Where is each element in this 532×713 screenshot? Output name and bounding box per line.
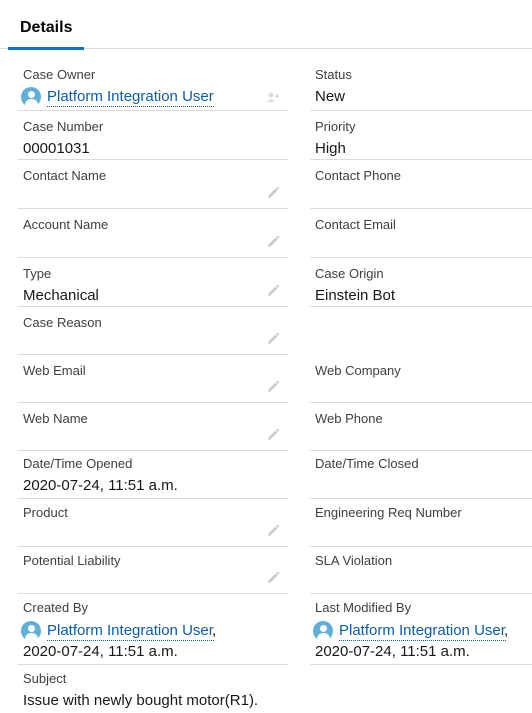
- field-case-owner: Case Owner Platform Integration User: [18, 59, 288, 111]
- tab-bar: Details: [0, 0, 532, 50]
- tab-details[interactable]: Details: [8, 0, 84, 50]
- field-case-reason: Case Reason: [18, 307, 288, 355]
- field-label: Engineering Req Number: [315, 505, 462, 520]
- user-avatar-icon: [21, 621, 41, 641]
- field-label: Type: [23, 266, 52, 281]
- tab-details-label: Details: [20, 19, 73, 36]
- field-label: Contact Name: [23, 168, 107, 183]
- field-label: Web Company: [315, 363, 401, 378]
- field-value: Issue with newly bought motor(R1).: [23, 692, 259, 709]
- field-label: Account Name: [23, 217, 109, 232]
- field-date-closed: Date/Time Closed: [310, 451, 532, 499]
- field-web-phone: Web Phone: [310, 403, 532, 451]
- field-label: Product: [23, 505, 68, 520]
- field-label: Contact Email: [315, 217, 396, 232]
- tab-active-indicator: [8, 47, 84, 50]
- field-sla-violation: SLA Violation: [310, 547, 532, 594]
- field-label: SLA Violation: [315, 553, 393, 568]
- case-owner-link[interactable]: Platform Integration User: [47, 87, 214, 107]
- field-engineering-req-number: Engineering Req Number: [310, 499, 532, 547]
- field-label: Created By: [23, 600, 89, 615]
- field-contact-email: Contact Email: [310, 209, 532, 258]
- field-status: Status New: [310, 59, 532, 111]
- pencil-edit-icon[interactable]: [266, 428, 280, 442]
- field-date-opened: Date/Time Opened 2020-07-24, 11:51 a.m.: [18, 451, 288, 499]
- field-case-origin: Case Origin Einstein Bot: [310, 258, 532, 307]
- user-avatar-icon: [313, 621, 333, 641]
- separator: ,: [212, 622, 217, 639]
- field-label: Case Owner: [23, 67, 96, 82]
- field-label: Status: [315, 67, 352, 82]
- pencil-edit-icon[interactable]: [266, 186, 280, 200]
- field-account-name: Account Name: [18, 209, 288, 258]
- user-avatar-icon: [21, 87, 41, 107]
- field-type: Type Mechanical: [18, 258, 288, 307]
- field-label: Priority: [315, 119, 356, 134]
- field-value: 00001031: [23, 140, 90, 157]
- field-case-number: Case Number 00001031: [18, 111, 288, 160]
- field-subject: Subject Issue with newly bought motor(R1…: [18, 665, 288, 713]
- field-value: Mechanical: [23, 287, 99, 304]
- field-created-by: Created By Platform Integration User , 2…: [18, 594, 288, 665]
- field-label: Web Name: [23, 411, 88, 426]
- field-label: Date/Time Closed: [315, 456, 419, 471]
- last-modified-date: 2020-07-24, 11:51 a.m.: [315, 643, 470, 660]
- field-label: Date/Time Opened: [23, 456, 133, 471]
- pencil-edit-icon[interactable]: [266, 284, 280, 298]
- field-product: Product: [18, 499, 288, 547]
- field-value: New: [315, 88, 346, 105]
- field-label: Web Phone: [315, 411, 383, 426]
- pencil-edit-icon[interactable]: [266, 571, 280, 585]
- last-modified-by-link[interactable]: Platform Integration User: [339, 621, 506, 641]
- field-contact-phone: Contact Phone: [310, 160, 532, 209]
- field-web-name: Web Name: [18, 403, 288, 451]
- separator: ,: [504, 622, 509, 639]
- field-label: Web Email: [23, 363, 86, 378]
- pencil-edit-icon[interactable]: [266, 235, 280, 249]
- pencil-edit-icon[interactable]: [266, 380, 280, 394]
- field-label: Case Reason: [23, 315, 102, 330]
- field-contact-name: Contact Name: [18, 160, 288, 209]
- change-owner-icon[interactable]: [266, 91, 280, 105]
- field-label: Case Number: [23, 119, 104, 134]
- field-last-modified-by: Last Modified By Platform Integration Us…: [310, 594, 532, 665]
- pencil-edit-icon[interactable]: [266, 524, 280, 538]
- field-value: High: [315, 140, 346, 157]
- field-label: Case Origin: [315, 266, 384, 281]
- created-by-link[interactable]: Platform Integration User: [47, 621, 214, 641]
- field-web-company: Web Company: [310, 355, 532, 403]
- field-web-email: Web Email: [18, 355, 288, 403]
- field-label: Contact Phone: [315, 168, 402, 183]
- created-date: 2020-07-24, 11:51 a.m.: [23, 643, 178, 660]
- field-label: Potential Liability: [23, 553, 121, 568]
- field-potential-liability: Potential Liability: [18, 547, 288, 594]
- pencil-edit-icon[interactable]: [266, 332, 280, 346]
- field-value: Einstein Bot: [315, 287, 396, 304]
- field-label: Last Modified By: [315, 600, 412, 615]
- field-value: 2020-07-24, 11:51 a.m.: [23, 477, 178, 494]
- field-priority: Priority High: [310, 111, 532, 160]
- field-label: Subject: [23, 671, 67, 686]
